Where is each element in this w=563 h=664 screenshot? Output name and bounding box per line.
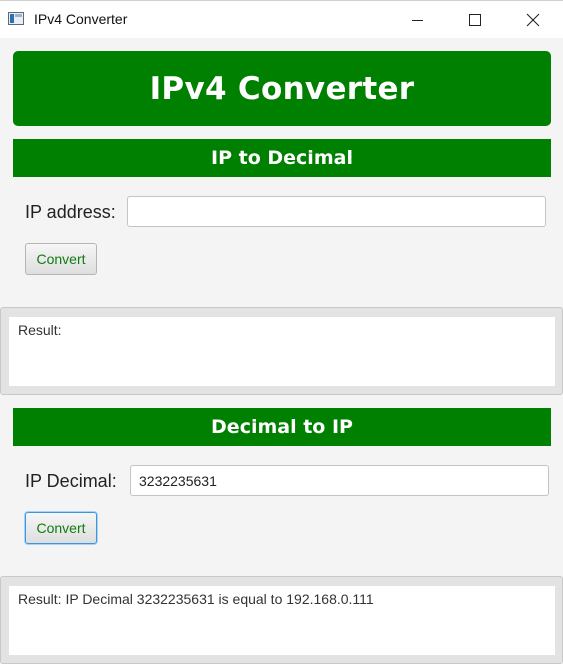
ip-decimal-label: IP Decimal: bbox=[25, 471, 117, 491]
ip-to-decimal-result-pane: Result: bbox=[0, 307, 563, 395]
ip-to-decimal-convert-button[interactable]: Convert bbox=[25, 243, 97, 275]
decimal-to-ip-result-pane: Result: IP Decimal 3232235631 is equal t… bbox=[0, 576, 563, 664]
ip-address-label: IP address: bbox=[25, 202, 116, 222]
minimize-icon bbox=[412, 20, 423, 21]
app-header-banner: IPv4 Converter bbox=[13, 51, 551, 126]
maximize-icon bbox=[469, 14, 481, 26]
ip-decimal-input[interactable] bbox=[130, 465, 549, 496]
decimal-to-ip-result-text[interactable]: Result: IP Decimal 3232235631 is equal t… bbox=[9, 586, 555, 655]
decimal-to-ip-convert-button[interactable]: Convert bbox=[25, 512, 97, 544]
ip-to-decimal-result-text[interactable]: Result: bbox=[9, 317, 555, 386]
window-title: IPv4 Converter bbox=[34, 11, 128, 27]
window-titlebar: IPv4 Converter bbox=[0, 0, 563, 38]
ip-address-input[interactable] bbox=[127, 196, 546, 227]
ip-to-decimal-section-title: IP to Decimal bbox=[13, 139, 551, 177]
decimal-to-ip-section-title: Decimal to IP bbox=[13, 408, 551, 446]
maximize-button[interactable] bbox=[446, 1, 504, 38]
close-button[interactable] bbox=[504, 1, 562, 38]
minimize-button[interactable] bbox=[388, 1, 446, 38]
close-icon bbox=[526, 13, 540, 27]
app-icon bbox=[8, 12, 24, 25]
